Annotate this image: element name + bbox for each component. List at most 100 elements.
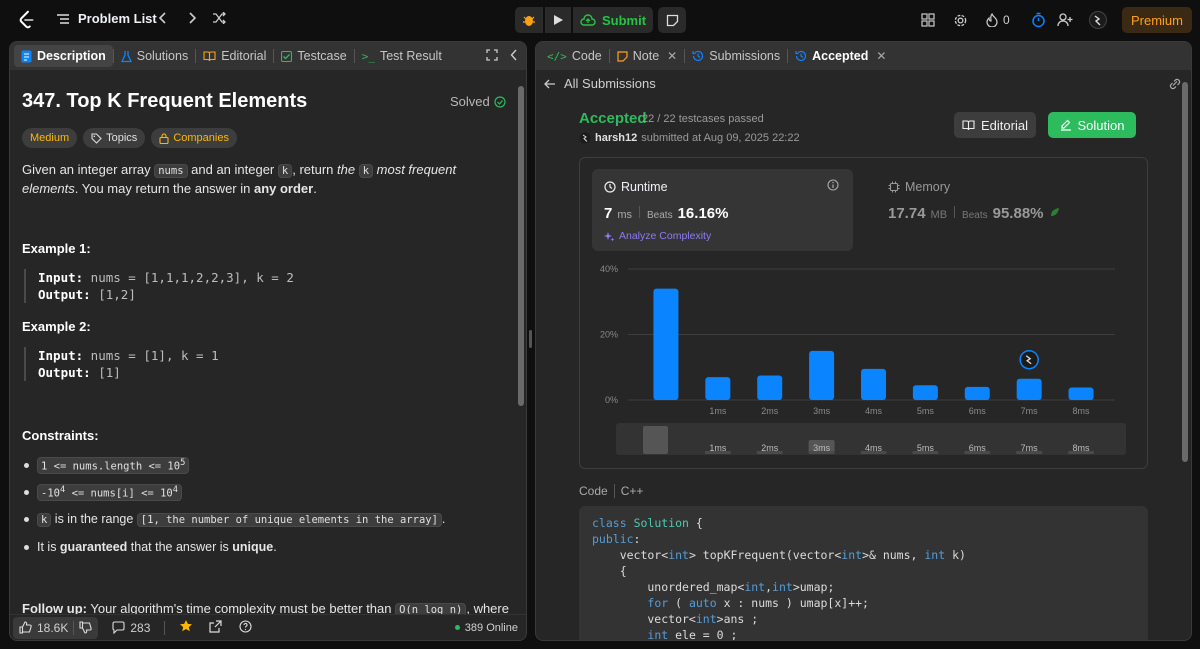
difficulty-badge[interactable]: Medium xyxy=(22,128,78,148)
input-label: Input: xyxy=(38,270,84,285)
tab-testcase[interactable]: Testcase xyxy=(274,45,353,67)
tab-solutions[interactable]: Solutions xyxy=(114,45,195,67)
favorite-button[interactable] xyxy=(179,619,193,636)
copy-link-button[interactable] xyxy=(1168,78,1182,93)
memory-card[interactable]: Memory 17.74 MB Beats 95.88% xyxy=(876,169,1116,251)
arrow-left-icon xyxy=(544,79,555,88)
tab-note-label: Note xyxy=(632,49,660,63)
online-dot xyxy=(454,625,460,630)
share-icon xyxy=(209,619,222,633)
streak-counter[interactable]: 0 xyxy=(986,10,1010,30)
bullet-dot xyxy=(24,462,29,468)
runtime-card[interactable]: Runtime 7 ms Beats 16.16% Analyze Complexit… xyxy=(592,169,853,251)
scrollbar-thumb[interactable] xyxy=(1182,82,1188,462)
description-scrollbar[interactable] xyxy=(517,72,525,632)
run-submit-group: Submit xyxy=(515,7,653,33)
comment-icon xyxy=(112,621,125,634)
analyze-complexity-button[interactable]: Analyze Complexity xyxy=(604,230,711,242)
x-tick-label: 2ms xyxy=(761,406,779,416)
avatar[interactable] xyxy=(1089,10,1107,30)
random-problem-button[interactable] xyxy=(209,10,229,30)
language-label: C++ xyxy=(620,484,644,498)
problem-list-button[interactable]: Problem List xyxy=(56,11,157,26)
topics-tag[interactable]: Topics xyxy=(83,128,146,148)
note-icon xyxy=(617,50,628,62)
scrollbar-thumb[interactable] xyxy=(518,86,524,406)
sparkle-icon xyxy=(604,231,615,241)
notes-button[interactable] xyxy=(658,7,686,33)
runtime-distribution-chart[interactable]: 0% 20% 40% 1ms 2ms 3ms 4ms 5ms 6ms 7ms 8ms 1ms 2ms 3m… xyxy=(580,253,1149,468)
range-tick-label: 4ms xyxy=(865,443,883,453)
solution-button[interactable]: Solution xyxy=(1048,112,1136,138)
chart-bar[interactable] xyxy=(809,350,835,400)
back-to-submissions[interactable]: All Submissions xyxy=(544,76,656,91)
comments-button[interactable]: 283 xyxy=(112,621,150,635)
chart-bar[interactable] xyxy=(964,386,990,400)
tab-test-result-label: Test Result xyxy=(379,49,442,63)
username[interactable]: harsh12 xyxy=(595,132,637,144)
close-icon[interactable]: ✕ xyxy=(876,49,886,63)
code-keyword: int xyxy=(772,580,793,594)
next-problem-button[interactable] xyxy=(182,10,202,30)
tab-accepted[interactable]: Accepted ✕ xyxy=(788,45,893,67)
panel-resize-handle[interactable] xyxy=(529,330,532,348)
chart-bar[interactable] xyxy=(757,375,783,400)
submit-button[interactable]: Submit xyxy=(573,7,653,33)
y-tick-label: 40% xyxy=(600,264,618,274)
editorial-button[interactable]: Editorial xyxy=(954,112,1036,138)
companies-label: Companies xyxy=(173,132,229,144)
tab-solutions-label: Solutions xyxy=(136,49,189,63)
example-output: [1,2] xyxy=(90,287,136,302)
streak-count: 0 xyxy=(1003,13,1010,27)
run-button[interactable] xyxy=(545,7,571,33)
layout-button[interactable] xyxy=(921,10,935,30)
code-keyword: class xyxy=(592,516,627,530)
tab-note[interactable]: Note ✕ xyxy=(610,45,684,67)
chart-bar[interactable] xyxy=(861,368,886,400)
info-icon[interactable] xyxy=(827,179,839,194)
tab-editorial[interactable]: Editorial xyxy=(196,45,273,67)
range-tick-label: 5ms xyxy=(917,443,935,453)
tab-test-result[interactable]: >_ Test Result xyxy=(355,45,449,67)
settings-button[interactable] xyxy=(953,10,968,30)
like-button[interactable]: 18.6K xyxy=(13,616,99,639)
share-button[interactable] xyxy=(209,619,222,636)
x-tick-label: 6ms xyxy=(969,406,987,416)
chart-bar[interactable] xyxy=(1016,378,1042,400)
leetcode-logo-icon[interactable] xyxy=(16,9,38,31)
close-icon[interactable]: ✕ xyxy=(667,49,677,63)
tab-code[interactable]: </> Code xyxy=(540,45,609,67)
chart-bar[interactable] xyxy=(1068,387,1094,400)
tab-code-label: Code xyxy=(571,49,602,63)
solution-label: Solution xyxy=(1077,117,1125,133)
collapse-panel-button[interactable] xyxy=(510,49,518,64)
question-icon xyxy=(239,619,252,633)
constraint-text: . xyxy=(273,540,277,554)
companies-tag[interactable]: Companies xyxy=(151,128,237,148)
submission-panel: </> Code Note ✕ Submissions Accepted ✕ All … xyxy=(535,41,1192,641)
example-1-title: Example 1: xyxy=(22,241,91,256)
maximize-panel-button[interactable] xyxy=(486,49,498,64)
timer-button[interactable] xyxy=(1031,10,1046,30)
debug-button[interactable] xyxy=(515,7,543,33)
memory-values: 17.74 MB Beats 95.88% xyxy=(888,205,1060,222)
output-label: Output: xyxy=(38,365,91,380)
chart-bar[interactable] xyxy=(705,377,731,400)
avatar-icon xyxy=(579,132,591,144)
chart-bar[interactable] xyxy=(653,288,679,400)
tab-description[interactable]: Description xyxy=(14,45,113,67)
submission-scrollbar[interactable] xyxy=(1181,72,1189,640)
tab-submissions[interactable]: Submissions xyxy=(685,45,787,67)
terminal-icon: >_ xyxy=(361,49,375,63)
problem-title: 347. Top K Frequent Elements xyxy=(22,90,308,112)
premium-button[interactable]: Premium xyxy=(1122,7,1192,33)
thumbs-down-icon xyxy=(79,621,93,634)
inline-code: nums xyxy=(154,164,188,178)
prev-problem-button[interactable] xyxy=(153,10,173,30)
document-icon xyxy=(21,50,32,62)
add-friend-button[interactable] xyxy=(1057,10,1074,30)
chart-bar[interactable] xyxy=(912,385,938,400)
online-count: 389 Online xyxy=(454,622,518,634)
help-button[interactable] xyxy=(239,619,252,636)
inline-code: k xyxy=(358,164,374,178)
